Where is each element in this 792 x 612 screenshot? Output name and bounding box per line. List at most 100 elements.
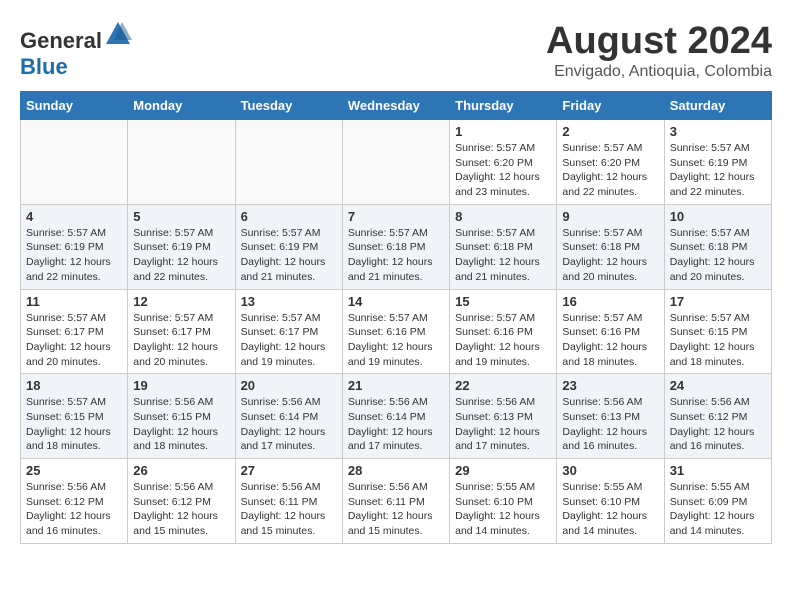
day-info: Sunrise: 5:57 AMSunset: 6:17 PMDaylight:… [241,311,337,370]
day-info: Sunrise: 5:56 AMSunset: 6:14 PMDaylight:… [241,395,337,454]
day-number: 23 [562,378,658,393]
weekday-header-monday: Monday [128,92,235,120]
day-number: 8 [455,209,551,224]
day-info: Sunrise: 5:55 AMSunset: 6:10 PMDaylight:… [455,480,551,539]
calendar-day-cell [342,120,449,205]
weekday-header-sunday: Sunday [21,92,128,120]
day-number: 1 [455,124,551,139]
day-number: 11 [26,294,122,309]
day-number: 6 [241,209,337,224]
calendar-day-cell: 4 Sunrise: 5:57 AMSunset: 6:19 PMDaylight… [21,204,128,289]
calendar-week-row: 4 Sunrise: 5:57 AMSunset: 6:19 PMDaylight… [21,204,772,289]
calendar-day-cell: 31 Sunrise: 5:55 AMSunset: 6:09 PMDayligh… [664,459,771,544]
day-info: Sunrise: 5:56 AMSunset: 6:15 PMDaylight:… [133,395,229,454]
day-number: 3 [670,124,766,139]
calendar-day-cell: 27Sunrise: 5:56 AMSunset: 6:11 PMDayligh… [235,459,342,544]
day-number: 10 [670,209,766,224]
logo-text-general: General [20,28,102,53]
weekday-header-saturday: Saturday [664,92,771,120]
day-number: 21 [348,378,444,393]
day-info: Sunrise: 5:56 AMSunset: 6:13 PMDaylight:… [562,395,658,454]
calendar-day-cell: 21 Sunrise: 5:56 AMSunset: 6:14 PMDayligh… [342,374,449,459]
day-info: Sunrise: 5:57 AMSunset: 6:15 PMDaylight:… [26,395,122,454]
logo-icon [104,20,132,48]
calendar-day-cell: 23 Sunrise: 5:56 AMSunset: 6:13 PMDayligh… [557,374,664,459]
calendar-week-row: 18 Sunrise: 5:57 AMSunset: 6:15 PMDayligh… [21,374,772,459]
calendar-day-cell: 10 Sunrise: 5:57 AMSunset: 6:18 PMDayligh… [664,204,771,289]
day-info: Sunrise: 5:56 AMSunset: 6:12 PMDaylight:… [670,395,766,454]
calendar-day-cell: 9 Sunrise: 5:57 AMSunset: 6:18 PMDaylight… [557,204,664,289]
weekday-header-friday: Friday [557,92,664,120]
calendar-day-cell [235,120,342,205]
day-info: Sunrise: 5:57 AMSunset: 6:17 PMDaylight:… [133,311,229,370]
day-number: 9 [562,209,658,224]
day-info: Sunrise: 5:57 AMSunset: 6:15 PMDaylight:… [670,311,766,370]
day-info: Sunrise: 5:57 AMSunset: 6:16 PMDaylight:… [348,311,444,370]
calendar-day-cell: 8 Sunrise: 5:57 AMSunset: 6:18 PMDaylight… [450,204,557,289]
day-number: 31 [670,463,766,478]
day-number: 24 [670,378,766,393]
calendar-day-cell: 18 Sunrise: 5:57 AMSunset: 6:15 PMDayligh… [21,374,128,459]
day-number: 18 [26,378,122,393]
calendar-day-cell: 16 Sunrise: 5:57 AMSunset: 6:16 PMDayligh… [557,289,664,374]
page-header: General Blue August 2024 Envigado, Antio… [20,20,772,81]
day-number: 7 [348,209,444,224]
weekday-header-tuesday: Tuesday [235,92,342,120]
day-info: Sunrise: 5:57 AMSunset: 6:18 PMDaylight:… [562,226,658,285]
day-number: 16 [562,294,658,309]
day-info: Sunrise: 5:56 AMSunset: 6:11 PMDaylight:… [348,480,444,539]
calendar-day-cell: 22Sunrise: 5:56 AMSunset: 6:13 PMDayligh… [450,374,557,459]
day-info: Sunrise: 5:57 AMSunset: 6:19 PMDaylight:… [26,226,122,285]
calendar-day-cell: 2Sunrise: 5:57 AMSunset: 6:20 PMDaylight… [557,120,664,205]
day-number: 22 [455,378,551,393]
day-number: 28 [348,463,444,478]
calendar-day-cell [128,120,235,205]
calendar-day-cell: 26Sunrise: 5:56 AMSunset: 6:12 PMDayligh… [128,459,235,544]
calendar-header-row: SundayMondayTuesdayWednesdayThursdayFrid… [21,92,772,120]
calendar-day-cell: 19 Sunrise: 5:56 AMSunset: 6:15 PMDayligh… [128,374,235,459]
calendar-day-cell: 11Sunrise: 5:57 AMSunset: 6:17 PMDayligh… [21,289,128,374]
calendar-day-cell: 30 Sunrise: 5:55 AMSunset: 6:10 PMDayligh… [557,459,664,544]
calendar-day-cell: 13 Sunrise: 5:57 AMSunset: 6:17 PMDayligh… [235,289,342,374]
day-info: Sunrise: 5:55 AMSunset: 6:09 PMDaylight:… [670,480,766,539]
day-info: Sunrise: 5:55 AMSunset: 6:10 PMDaylight:… [562,480,658,539]
day-info: Sunrise: 5:57 AMSunset: 6:18 PMDaylight:… [670,226,766,285]
location-title: Envigado, Antioquia, Colombia [546,63,772,81]
day-info: Sunrise: 5:57 AMSunset: 6:18 PMDaylight:… [455,226,551,285]
month-title: August 2024 [546,20,772,63]
calendar-day-cell: 17Sunrise: 5:57 AMSunset: 6:15 PMDayligh… [664,289,771,374]
day-info: Sunrise: 5:57 AMSunset: 6:19 PMDaylight:… [241,226,337,285]
calendar-day-cell: 29 Sunrise: 5:55 AMSunset: 6:10 PMDayligh… [450,459,557,544]
day-number: 20 [241,378,337,393]
day-info: Sunrise: 5:57 AMSunset: 6:19 PMDaylight:… [133,226,229,285]
calendar-day-cell: 1 Sunrise: 5:57 AMSunset: 6:20 PMDaylight… [450,120,557,205]
day-number: 14 [348,294,444,309]
calendar-day-cell: 3 Sunrise: 5:57 AMSunset: 6:19 PMDaylight… [664,120,771,205]
day-number: 13 [241,294,337,309]
calendar-day-cell [21,120,128,205]
calendar-day-cell: 6 Sunrise: 5:57 AMSunset: 6:19 PMDaylight… [235,204,342,289]
calendar-day-cell: 12Sunrise: 5:57 AMSunset: 6:17 PMDayligh… [128,289,235,374]
calendar-day-cell: 7 Sunrise: 5:57 AMSunset: 6:18 PMDaylight… [342,204,449,289]
day-number: 26 [133,463,229,478]
day-number: 27 [241,463,337,478]
logo-text-blue: Blue [20,54,68,79]
weekday-header-wednesday: Wednesday [342,92,449,120]
day-number: 19 [133,378,229,393]
day-info: Sunrise: 5:57 AMSunset: 6:16 PMDaylight:… [562,311,658,370]
calendar-week-row: 1 Sunrise: 5:57 AMSunset: 6:20 PMDaylight… [21,120,772,205]
day-info: Sunrise: 5:57 AMSunset: 6:20 PMDaylight:… [455,141,551,200]
logo: General Blue [20,20,132,80]
day-number: 30 [562,463,658,478]
calendar-day-cell: 14 Sunrise: 5:57 AMSunset: 6:16 PMDayligh… [342,289,449,374]
day-number: 15 [455,294,551,309]
calendar-day-cell: 24 Sunrise: 5:56 AMSunset: 6:12 PMDayligh… [664,374,771,459]
weekday-header-thursday: Thursday [450,92,557,120]
day-number: 4 [26,209,122,224]
day-number: 5 [133,209,229,224]
day-info: Sunrise: 5:57 AMSunset: 6:18 PMDaylight:… [348,226,444,285]
day-info: Sunrise: 5:57 AMSunset: 6:19 PMDaylight:… [670,141,766,200]
day-number: 29 [455,463,551,478]
calendar-day-cell: 28 Sunrise: 5:56 AMSunset: 6:11 PMDayligh… [342,459,449,544]
day-info: Sunrise: 5:56 AMSunset: 6:14 PMDaylight:… [348,395,444,454]
